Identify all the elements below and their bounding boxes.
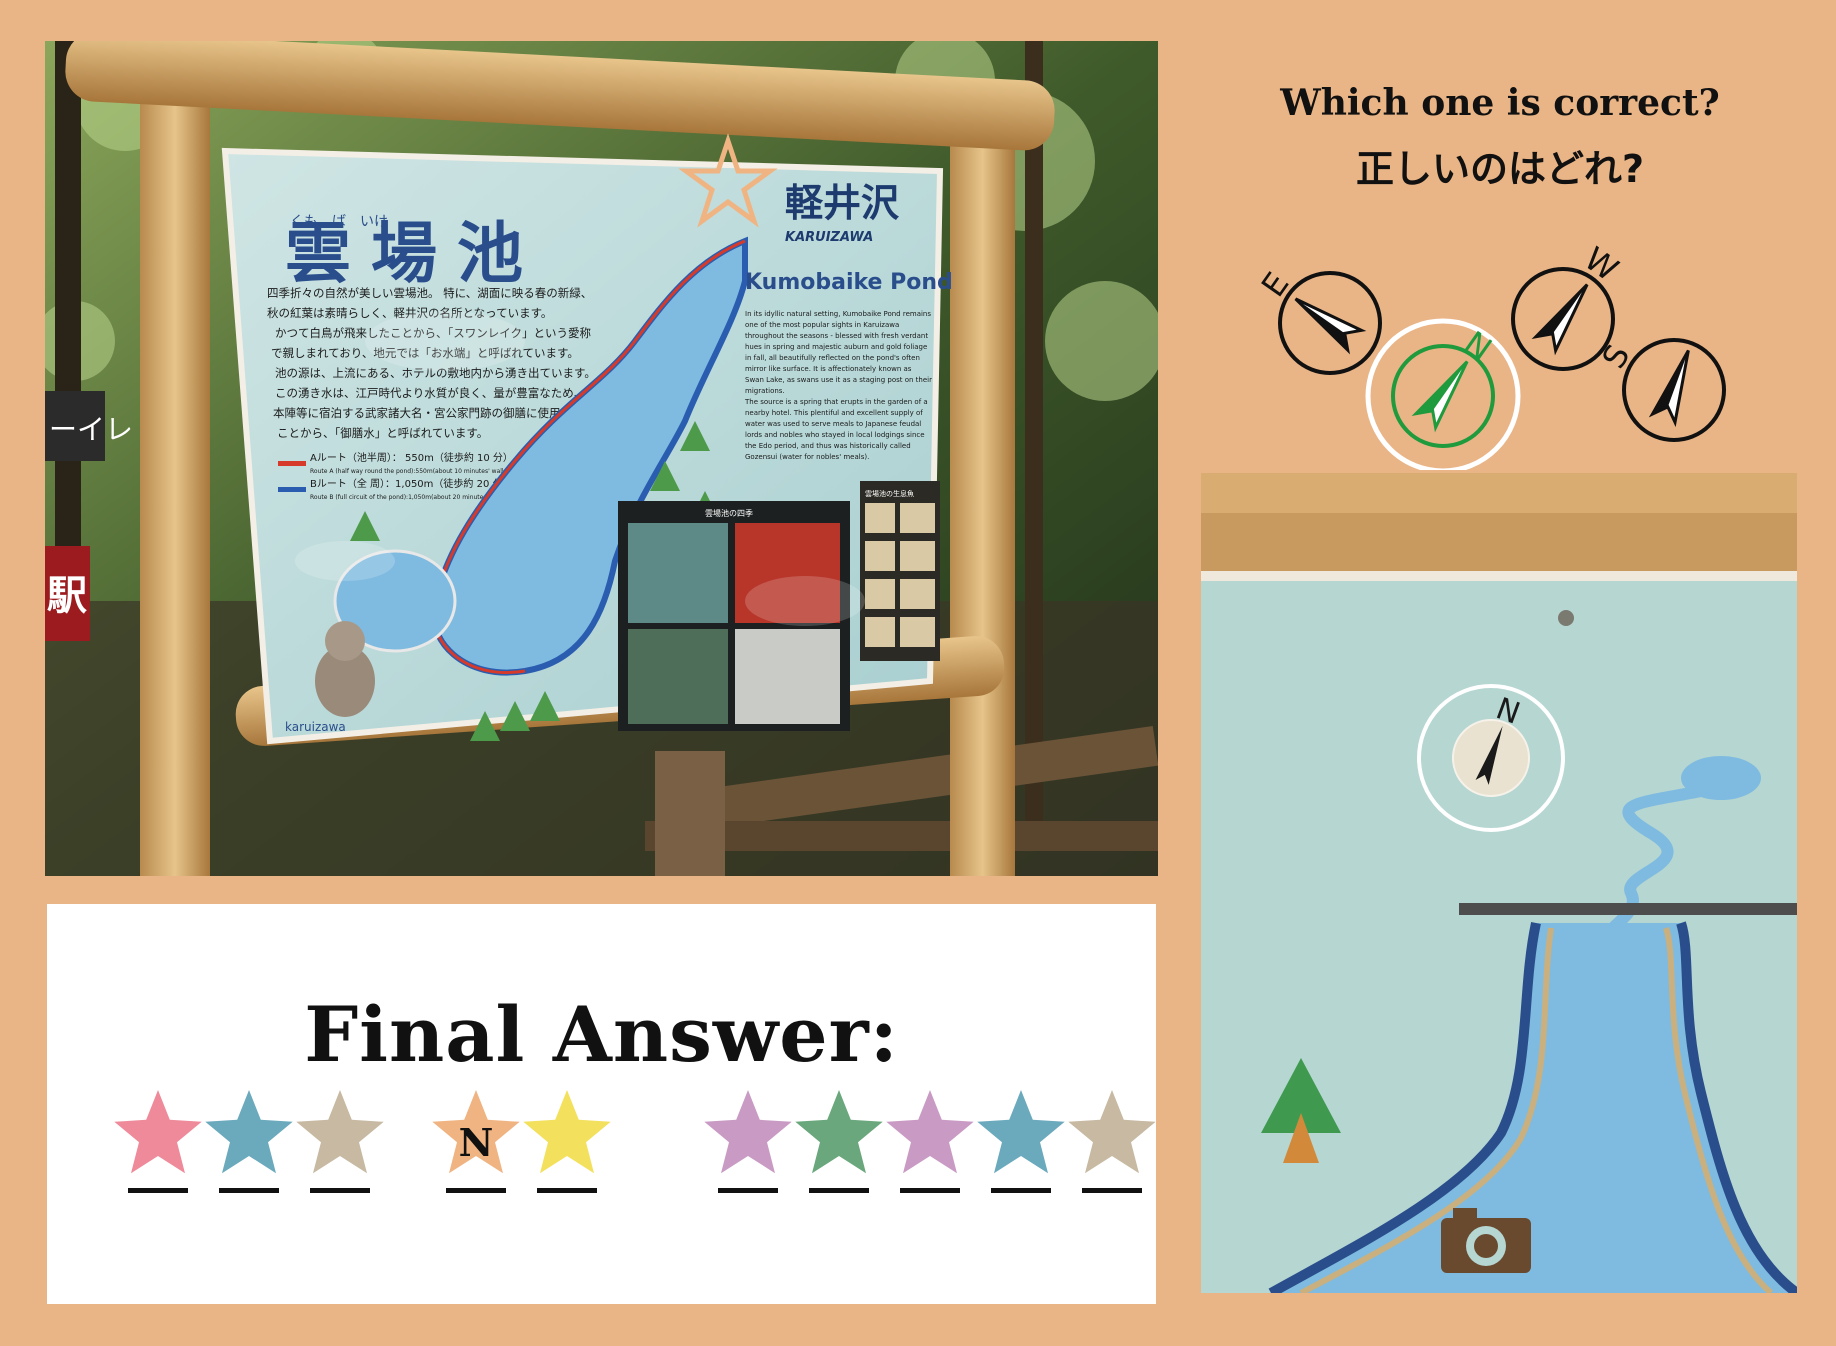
compass-options: E N W S bbox=[1253, 239, 1726, 470]
answer-star-icon bbox=[205, 1090, 293, 1174]
final-answer-card: Final Answer: N bbox=[47, 904, 1156, 1304]
zoom-inset: N bbox=[1201, 473, 1797, 1293]
footer-brand: karuizawa bbox=[285, 720, 346, 734]
answer-blank-line[interactable] bbox=[310, 1188, 370, 1193]
answer-star-icon bbox=[523, 1090, 611, 1174]
answer-blank-line[interactable] bbox=[446, 1188, 506, 1193]
sign-text-en-2: one of the most popular sights in Karuiz… bbox=[745, 321, 899, 329]
sign-text-en-14: Gozensui (water for nobles' meals). bbox=[745, 453, 869, 461]
answer-star-icon bbox=[704, 1090, 792, 1174]
answer-blank-line[interactable] bbox=[219, 1188, 279, 1193]
sign-text-en-6: mirror like surface. It is affectionatel… bbox=[745, 365, 912, 373]
answer-star-icon bbox=[795, 1090, 883, 1174]
sign-text-jp-8: ことから、「御膳水」と呼ばれています。 bbox=[277, 426, 488, 440]
route-a-label-en: Route A (half way round the pond):550m(a… bbox=[310, 468, 508, 475]
toilet-sign-text: ーイレ bbox=[49, 413, 133, 446]
answer-star-icon bbox=[1068, 1090, 1156, 1174]
sign-text-en-12: lords and nobles who stayed in local lod… bbox=[745, 431, 925, 439]
answer-star-icon bbox=[977, 1090, 1065, 1174]
route-b-label-en: Route B (full circuit of the pond):1,050… bbox=[310, 494, 506, 501]
sign-text-en-8: migrations. bbox=[745, 387, 785, 395]
sign-text-en-10: nearby hotel. This plentiful and excelle… bbox=[745, 409, 923, 417]
sign-photo: ーイレ 駅 くも ば いけ 雲場池 軽井沢 KARUIZAWA 四季折々の自然が… bbox=[45, 41, 1158, 876]
answer-star-icon bbox=[886, 1090, 974, 1174]
sign-title: 雲場池 bbox=[285, 215, 543, 292]
sign-text-jp-7: 本陣等に宿泊する武家諸大名・宮公家門跡の御膳に使用された bbox=[273, 406, 595, 420]
sign-photo-illustration: ーイレ 駅 くも ば いけ 雲場池 軽井沢 KARUIZAWA 四季折々の自然が… bbox=[45, 41, 1158, 876]
sign-text-en-5: in fall, all beautifully reflected on th… bbox=[745, 354, 920, 362]
sign-pond-name: Kumobaike Pond bbox=[745, 270, 953, 295]
fish-title: 雲場池の生息魚 bbox=[865, 489, 914, 498]
question-panel: Which one is correct? 正しいのはどれ? E N W S bbox=[1180, 70, 1820, 470]
answer-blank-line[interactable] bbox=[1082, 1188, 1142, 1193]
answer-star-slots: N bbox=[114, 1090, 1156, 1193]
sign-brand-jp: 軽井沢 bbox=[785, 181, 899, 225]
seasons-title: 雲場池の四季 bbox=[705, 508, 753, 518]
compass-option-s[interactable]: S bbox=[1594, 338, 1726, 442]
sign-brand-en: KARUIZAWA bbox=[785, 230, 873, 245]
compass-w-letter: W bbox=[1578, 239, 1626, 288]
compass-option-n[interactable]: N bbox=[1365, 318, 1521, 470]
answer-letter: N bbox=[459, 1120, 494, 1165]
answer-star-icon bbox=[114, 1090, 202, 1174]
sign-text-jp-1: 四季折々の自然が美しい雲場池。 特に、湖面に映る春の新緑、 bbox=[267, 286, 592, 300]
answer-blank-line[interactable] bbox=[128, 1188, 188, 1193]
sign-text-jp-6: この湧き水は、江戸時代より水質が良く、量が豊富なため、 bbox=[275, 386, 585, 400]
compass-s-letter: S bbox=[1594, 338, 1637, 375]
answer-blank-line[interactable] bbox=[718, 1188, 778, 1193]
station-sign-text: 駅 bbox=[47, 573, 87, 619]
answer-blank-line[interactable] bbox=[537, 1188, 597, 1193]
sign-text-en-1: In its idyllic natural setting, Kumobaik… bbox=[745, 310, 931, 318]
answer-blank-line[interactable] bbox=[991, 1188, 1051, 1193]
sign-text-en-4: hues in spring and majestic auburn and g… bbox=[745, 343, 927, 351]
route-a-label: Aルート（池半周）： 550m（徒歩約 10 分） bbox=[310, 451, 513, 464]
sign-text-en-9: The source is a spring that erupts in th… bbox=[744, 398, 928, 406]
zoom-illustration: N bbox=[1201, 473, 1797, 1293]
answer-star-icon bbox=[296, 1090, 384, 1174]
compass-option-e[interactable]: E bbox=[1253, 264, 1382, 375]
sign-text-en-13: the Edo period, and thus was historicall… bbox=[745, 442, 911, 450]
sign-text-en-11: water was used to serve meals to Japanes… bbox=[745, 420, 921, 428]
compass-n-letter: N bbox=[1457, 324, 1498, 369]
compass-e-letter: E bbox=[1254, 265, 1297, 303]
answer-blank-line[interactable] bbox=[809, 1188, 869, 1193]
answer-blank-line[interactable] bbox=[900, 1188, 960, 1193]
sign-text-en-7: Swan Lake, as swans use it as a staging … bbox=[745, 376, 932, 384]
sign-text-en-3: throughout the seasons - blessed with fr… bbox=[745, 332, 928, 340]
route-b-label: Bルート（全 周）：1,050m（徒歩約 20 分） bbox=[310, 477, 513, 490]
